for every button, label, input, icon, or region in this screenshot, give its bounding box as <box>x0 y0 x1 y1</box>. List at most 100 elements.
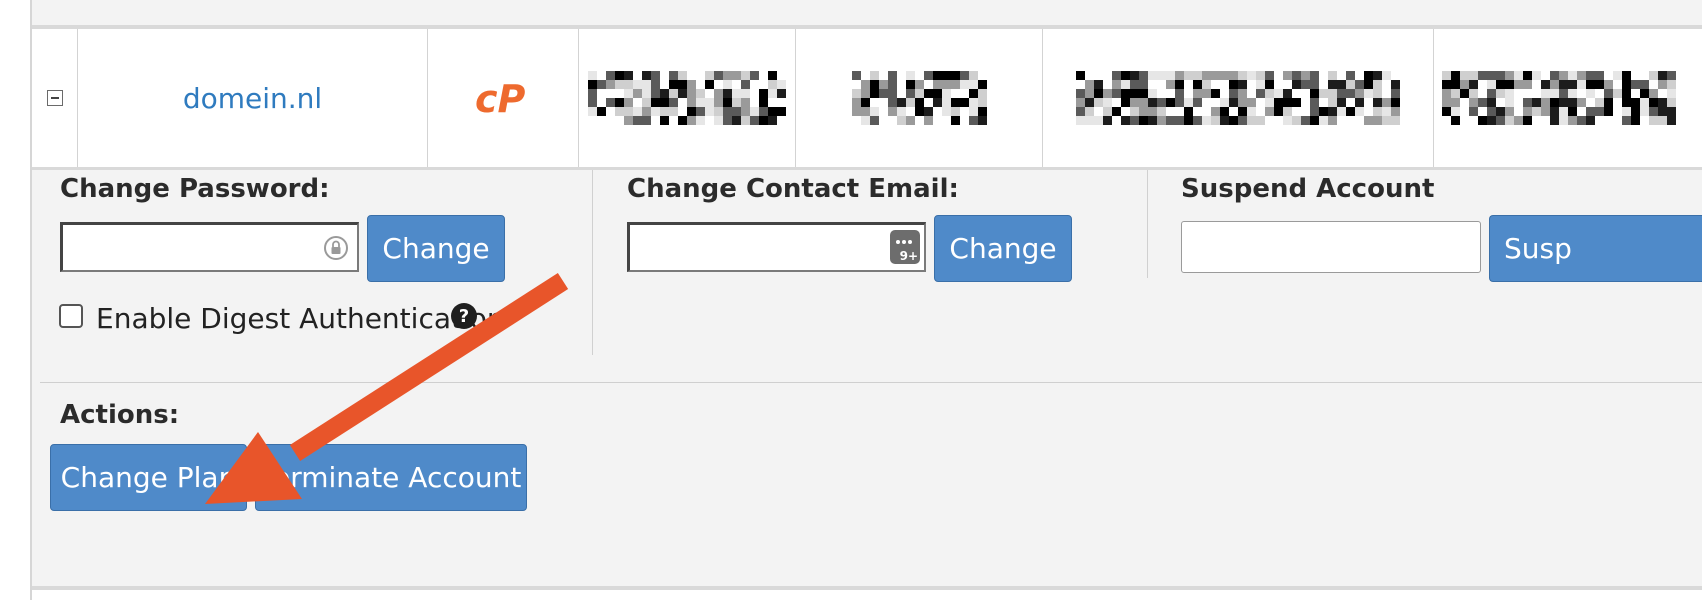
redaction-pixel <box>1328 98 1337 107</box>
redaction-pixel <box>1541 80 1550 89</box>
redaction-pixel <box>1550 107 1559 116</box>
redaction-pixel <box>914 71 924 80</box>
redaction-pixel <box>1451 107 1460 116</box>
redaction-pixel <box>1532 107 1541 116</box>
redaction-pixel <box>959 107 969 116</box>
redaction-pixel <box>1391 107 1400 116</box>
contacts-badge-icon[interactable]: 9+ <box>890 230 920 264</box>
redaction-pixel <box>597 98 606 107</box>
redaction-pixel <box>1076 98 1085 107</box>
redaction-pixel <box>896 71 906 80</box>
redaction-pixel <box>1310 107 1319 116</box>
redaction-pixel <box>1541 89 1550 98</box>
redaction-pixel <box>1613 98 1622 107</box>
redaction-pixel <box>669 98 678 107</box>
redaction-pixel <box>750 80 759 89</box>
redaction-pixel <box>1256 89 1265 98</box>
password-manager-icon[interactable] <box>323 235 349 261</box>
domain-link[interactable]: domein.nl <box>183 82 322 115</box>
redaction-pixel <box>1514 107 1523 116</box>
redaction-pixel <box>977 98 987 107</box>
redaction-pixel <box>1355 107 1364 116</box>
redaction-pixel <box>1568 71 1577 80</box>
redaction-pixel <box>642 107 651 116</box>
redaction-pixel <box>1148 107 1157 116</box>
redaction-pixel <box>606 98 615 107</box>
redaction-pixel <box>678 89 687 98</box>
change-plan-button[interactable]: Change Plan <box>50 444 247 511</box>
terminate-account-button[interactable]: Terminate Account <box>255 444 527 511</box>
redaction-pixel <box>1184 116 1193 125</box>
redaction-pixel <box>1337 116 1346 125</box>
redaction-pixel <box>1301 71 1310 80</box>
redaction-pixel <box>1094 116 1103 125</box>
redaction-pixel <box>1382 89 1391 98</box>
redaction-pixel <box>597 89 606 98</box>
redaction-pixel <box>1166 80 1175 89</box>
redaction-pixel <box>1346 80 1355 89</box>
table-row: domein.nl cP <box>32 29 1702 170</box>
redaction-pixel <box>1310 98 1319 107</box>
redaction-pixel <box>651 107 660 116</box>
redaction-pixel <box>1265 107 1274 116</box>
redaction-pixel <box>1211 71 1220 80</box>
redaction-pixel <box>941 116 951 125</box>
redaction-pixel <box>669 80 678 89</box>
redaction-pixel <box>624 107 633 116</box>
redaction-pixel <box>597 80 606 89</box>
redaction-pixel <box>1523 80 1532 89</box>
redaction-pixel <box>1202 98 1211 107</box>
redacted-cell <box>579 29 796 167</box>
redaction-pixel <box>723 98 732 107</box>
suspend-account-label: Suspend Account <box>1181 174 1435 204</box>
suspend-reason-field[interactable] <box>1181 221 1481 273</box>
redaction-pixel <box>768 98 777 107</box>
redaction-pixel <box>1121 116 1130 125</box>
redaction-pixel <box>1238 71 1247 80</box>
password-field[interactable] <box>60 222 359 272</box>
redaction-pixel <box>977 89 987 98</box>
redaction-pixel <box>768 71 777 80</box>
redaction-pixel <box>896 98 906 107</box>
redaction-pixel <box>1568 116 1577 125</box>
redaction-pixel <box>750 98 759 107</box>
redaction-pixel <box>741 71 750 80</box>
redaction-pixel <box>723 71 732 80</box>
redaction-pixel <box>1667 98 1676 107</box>
redaction-pixel <box>1604 107 1613 116</box>
change-password-button[interactable]: Change <box>367 215 505 282</box>
digest-auth-checkbox[interactable] <box>59 304 83 328</box>
redaction-pixel <box>1076 107 1085 116</box>
redaction-pixel <box>1658 80 1667 89</box>
redaction-pixel <box>1451 80 1460 89</box>
redaction-pixel <box>1505 116 1514 125</box>
contact-email-field[interactable]: 9+ <box>627 222 926 272</box>
redaction-pixel <box>1505 98 1514 107</box>
redaction-pixel <box>1103 107 1112 116</box>
redaction-pixel <box>914 98 924 107</box>
minus-square-icon[interactable] <box>46 90 63 106</box>
question-circle-icon[interactable]: ? <box>451 303 477 329</box>
redaction-pixel <box>1283 71 1292 80</box>
suspend-account-button[interactable]: Susp <box>1489 215 1702 282</box>
redaction-pixel <box>1229 98 1238 107</box>
redaction-pixel <box>1220 107 1229 116</box>
redaction-pixel <box>1301 107 1310 116</box>
redaction-pixel <box>1328 80 1337 89</box>
redaction-pixel <box>878 116 888 125</box>
redaction-pixel <box>1184 89 1193 98</box>
redaction-pixel <box>1130 89 1139 98</box>
redaction-pixel <box>642 98 651 107</box>
redaction-pixel <box>1586 116 1595 125</box>
redaction-pixel <box>750 71 759 80</box>
redaction-pixel <box>1166 98 1175 107</box>
redaction-pixel <box>1103 89 1112 98</box>
redaction-pixel <box>851 89 861 98</box>
cpanel-logo-icon[interactable]: cP <box>473 76 533 120</box>
redaction-pixel <box>914 107 924 116</box>
dots-icon <box>896 240 912 244</box>
change-contact-email-button[interactable]: Change <box>934 215 1072 282</box>
redaction-pixel <box>1148 80 1157 89</box>
redaction-pixel <box>950 71 960 80</box>
redaction-pixel <box>1640 80 1649 89</box>
